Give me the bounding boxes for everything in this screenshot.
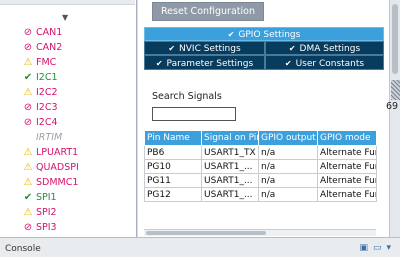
sidebar-item-spi2[interactable]: ⚠ SPI2 [0,205,136,220]
sidebar-item-label: IRTIM [36,132,63,143]
warning-icon: ⚠ [23,147,33,158]
sidebar-item-irtim[interactable]: IRTIM [0,130,136,145]
panel-vertical-scrollbar[interactable] [389,0,400,237]
search-signals-input[interactable] [152,107,236,121]
pin-icon[interactable]: ▣ [359,243,373,253]
check-icon: ✔ [23,192,33,203]
gpio-mode-cell: Alternate Function Push Pull [317,159,377,174]
sidebar-item-label: I2C3 [36,102,58,113]
tab-parameter-settings[interactable]: ✔ Parameter Settings [144,55,265,70]
gpio-mode-cell: Alternate Function Push Pull [317,145,377,160]
pin-name-cell: PG12 [144,187,202,202]
column-header-gpio-mode[interactable]: GPIO mode [317,130,377,146]
pin-name-cell: PB6 [144,145,202,160]
output-level-cell: n/a [258,187,318,202]
sidebar-item-quadspi[interactable]: ⚠ QUADSPI [0,160,136,175]
column-header-pin-name[interactable]: Pin Name [144,130,202,146]
menu-icon[interactable]: ▾ [386,243,396,253]
sidebar-item-can1[interactable]: ⊘ CAN1 [0,25,136,40]
table-row[interactable]: PB6 USART1_TX n/a Alternate Function Pus… [144,145,377,160]
check-icon: ✔ [288,44,296,53]
sidebar-item-spi3[interactable]: ⊘ SPI3 [0,220,136,235]
sidebar-item-label: I2C1 [36,72,58,83]
sidebar-item-label: I2C4 [36,117,58,128]
pin-name-cell: PG10 [144,159,202,174]
check-icon: ✔ [168,44,176,53]
sidebar-item-spi1[interactable]: ✔ SPI1 [0,190,136,205]
sidebar-item-label: SDMMC1 [36,177,79,188]
sidebar-item-sdmmc1[interactable]: ⚠ SDMMC1 [0,175,136,190]
sidebar-item-label: I2C2 [36,87,58,98]
reset-configuration-button[interactable]: Reset Configuration [152,2,264,21]
console-tab[interactable]: Console [5,244,41,254]
sidebar-item-lpuart1[interactable]: ⚠ LPUART1 [0,145,136,160]
chip-view-edge [391,80,400,100]
check-icon: ✔ [155,59,163,68]
disabled-icon: ⊘ [23,27,33,38]
warning-icon: ⚠ [23,162,33,173]
column-header-output-level[interactable]: GPIO output level [258,130,318,146]
console-toolbar: ▣▭▾ [359,243,396,253]
signal-cell: USART1_... [201,159,259,174]
sidebar-item-label: SPI2 [36,207,57,218]
column-header-signal[interactable]: Signal on Pin [201,130,259,146]
signal-cell: USART1_TX [201,145,259,160]
sidebar-item-label: FMC [36,57,57,68]
check-icon: ✔ [284,59,292,68]
warning-icon: ⚠ [23,177,33,188]
disabled-icon: ⊘ [23,222,33,233]
signal-cell: USART1_... [201,187,259,202]
disabled-icon: ⊘ [23,42,33,53]
signals-table: Pin Name Signal on Pin GPIO output level… [144,130,377,202]
tab-gpio-settings[interactable]: ✔ GPIO Settings [144,27,384,41]
check-icon: ✔ [227,30,235,39]
sidebar-item-label: SPI3 [36,222,57,233]
table-row[interactable]: PG11 USART1_... n/a Alternate Function P… [144,173,377,188]
sidebar-item-label: QUADSPI [36,162,79,173]
sidebar-item-i2c2[interactable]: ⚠ I2C2 [0,85,136,100]
peripheral-list: ⊘ CAN1 ⊘ CAN2 ⚠ FMC ✔ I2C1 ⚠ I2C2 ⊘ I2C3 ⊘ I2C4 IRTIM ⚠… [0,25,136,237]
output-level-cell: n/a [258,159,318,174]
settings-tabs: ✔ GPIO Settings ✔ NVIC Settings ✔ DMA Setti… [144,27,384,70]
table-header-row: Pin Name Signal on Pin GPIO output level… [144,130,377,146]
output-level-cell: n/a [258,173,318,188]
sidebar-item-label: CAN1 [36,27,63,38]
warning-icon: ⚠ [23,87,33,98]
table-row[interactable]: PG12 USART1_... n/a Alternate Function P… [144,187,377,202]
pin-name-cell: PG11 [144,173,202,188]
disabled-icon: ⊘ [23,102,33,113]
tab-dma-settings[interactable]: ✔ DMA Settings [265,41,384,55]
sidebar-item-i2c4[interactable]: ⊘ I2C4 [0,115,136,130]
sidebar-item-can2[interactable]: ⊘ CAN2 [0,40,136,55]
scrollbar-thumb[interactable] [392,4,398,74]
sidebar-item-i2c3[interactable]: ⊘ I2C3 [0,100,136,115]
check-icon: ✔ [23,72,33,83]
gpio-mode-cell: Alternate Function Push Pull [317,173,377,188]
sidebar-item-label: LPUART1 [36,147,79,158]
chevron-down-icon[interactable]: ▼ [62,13,68,22]
signal-cell: USART1_... [201,173,259,188]
table-row[interactable]: PG10 USART1_... n/a Alternate Function P… [144,159,377,174]
search-signals-label: Search Signals [152,91,222,102]
sidebar-item-fmc[interactable]: ⚠ FMC [0,55,136,70]
output-level-cell: n/a [258,145,318,160]
tab-user-constants[interactable]: ✔ User Constants [265,55,384,70]
list-header-strip [0,0,135,5]
warning-icon: ⚠ [23,57,33,68]
sidebar-item-label: CAN2 [36,42,63,53]
disabled-icon: ⊘ [23,117,33,128]
tab-nvic-settings[interactable]: ✔ NVIC Settings [144,41,265,55]
warning-icon: ⚠ [23,207,33,218]
configuration-panel: Reset Configuration ✔ GPIO Settings ✔ NVIC… [138,0,390,237]
minimize-icon[interactable]: ▭ [373,243,387,253]
gpio-mode-cell: Alternate Function Push Pull [317,187,377,202]
scrollbar-thumb[interactable] [146,231,266,235]
bottom-console-bar: Console ▣▭▾ [0,237,400,257]
sidebar-item-i2c1[interactable]: ✔ I2C1 [0,70,136,85]
pin-number-label: 69 [386,101,399,112]
peripheral-list-panel: ▼ ⊘ CAN1 ⊘ CAN2 ⚠ FMC ✔ I2C1 ⚠ I2C2 ⊘ I2C3 ⊘ I2C4 IRTI… [0,0,137,237]
sidebar-item-label: SPI1 [36,192,57,203]
table-horizontal-scrollbar[interactable] [144,229,376,236]
